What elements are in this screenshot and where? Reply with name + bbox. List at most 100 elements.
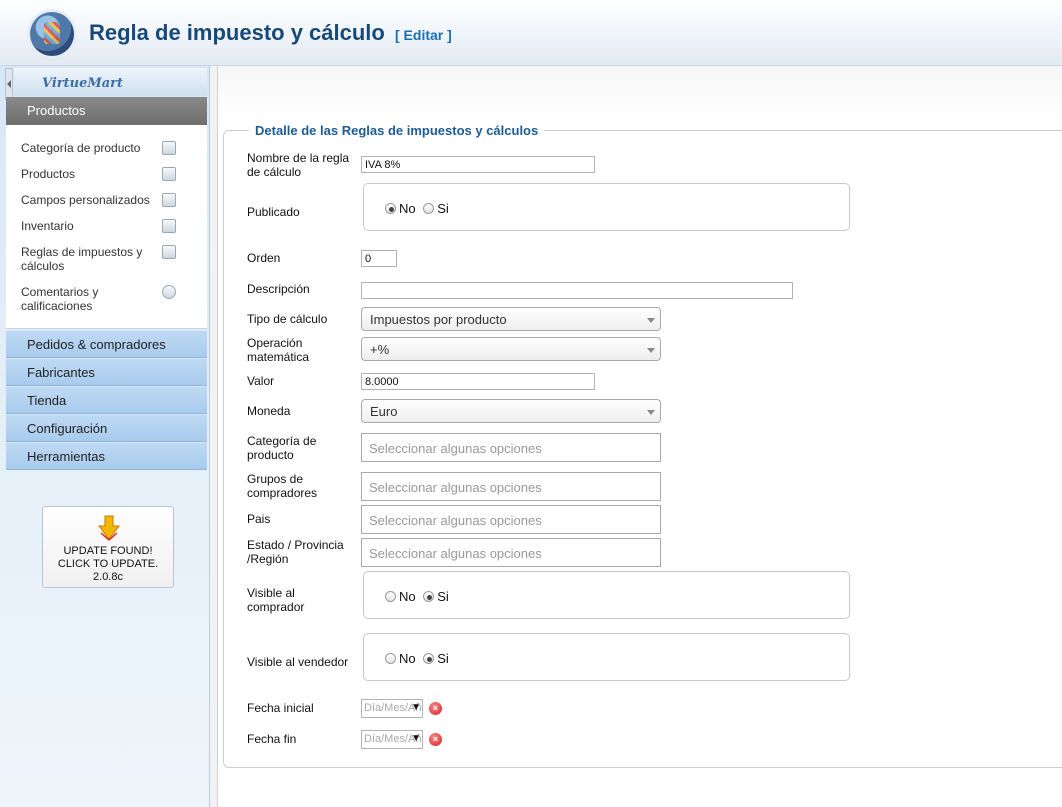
country-placeholder: Seleccionar algunas opciones <box>369 513 542 528</box>
chart-icon <box>162 219 176 233</box>
calc-type-label: Tipo de cálculo <box>247 312 328 326</box>
chevron-down-icon <box>647 410 655 415</box>
radio-no-label: No <box>399 651 416 666</box>
order-label: Orden <box>247 251 281 265</box>
visible-vendor-si-radio[interactable] <box>423 653 435 664</box>
currency-label: Moneda <box>247 404 291 418</box>
page-header: Regla de impuesto y cálculo [ Editar ] <box>0 0 1062 66</box>
country-label: Pais <box>247 512 271 526</box>
published-no-radio[interactable] <box>385 203 396 214</box>
tax-rule-logo-icon <box>30 12 74 56</box>
groups-multiselect[interactable]: Seleccionar algunas opciones <box>361 472 661 501</box>
sidebar-collapse-toggle[interactable] <box>5 68 13 100</box>
dropdown-arrow-icon: ▼ <box>411 733 421 744</box>
download-arrow-icon <box>98 515 120 541</box>
start-date-input[interactable]: Día/Mes/Año ▼ <box>361 699 423 718</box>
sidebar-section-label: Productos <box>27 103 86 118</box>
sidebar-section-label: Tienda <box>27 393 67 408</box>
currency-value: Euro <box>370 404 398 419</box>
currency-select[interactable]: Euro <box>361 399 661 423</box>
update-line-1: UPDATE FOUND! <box>63 545 153 557</box>
sidebar-section-herramientas[interactable]: Herramientas <box>6 442 207 470</box>
math-op-value: +% <box>370 342 390 357</box>
folder-icon <box>162 141 176 155</box>
clear-end-date-icon[interactable]: × <box>429 733 442 746</box>
sidebar-item-label: Comentarios y calificaciones <box>21 285 99 313</box>
chevron-down-icon <box>647 318 655 323</box>
end-date-input[interactable]: Día/Mes/Año ▼ <box>361 730 423 749</box>
groups-placeholder: Seleccionar algunas opciones <box>369 480 542 495</box>
sidebar-item-label: Reglas de impuestos y cálculos <box>21 245 143 273</box>
order-input[interactable] <box>361 250 397 267</box>
calculator-icon <box>162 245 176 259</box>
category-label: Categoría de producto <box>247 434 317 462</box>
sidebar-item-comentarios[interactable]: Comentarios y calificaciones <box>21 285 131 313</box>
math-op-select[interactable]: +% <box>361 337 661 361</box>
sidebar-section-fabricantes[interactable]: Fabricantes <box>6 358 207 386</box>
fieldset-legend: Detalle de las Reglas de impuestos y cál… <box>249 123 545 138</box>
radio-si-label: Si <box>437 589 449 604</box>
toolbar-area <box>218 66 1062 118</box>
start-date-label: Fecha inicial <box>247 701 314 715</box>
visible-buyer-label: Visible al comprador <box>247 586 305 614</box>
chevron-down-icon <box>647 348 655 353</box>
speech-bubble-icon <box>162 285 176 299</box>
radio-si-label: Si <box>437 651 449 666</box>
camera-icon <box>162 167 176 181</box>
value-label: Valor <box>247 374 275 388</box>
page-title-text: Regla de impuesto y cálculo <box>89 20 385 45</box>
name-input[interactable] <box>361 156 595 173</box>
sidebar-item-reglas[interactable]: Reglas de impuestos y cálculos <box>21 245 151 273</box>
category-placeholder: Seleccionar algunas opciones <box>369 441 542 456</box>
sidebar-section-tienda[interactable]: Tienda <box>6 386 207 414</box>
brand-logo-text: VirtueMart <box>42 76 124 91</box>
sidebar-section-productos[interactable]: Productos <box>6 97 207 125</box>
update-notice-button[interactable]: UPDATE FOUND! CLICK TO UPDATE. 2.0.8c <box>42 506 174 588</box>
virtuemart-logo[interactable]: VirtueMart <box>14 68 207 96</box>
category-multiselect[interactable]: Seleccionar algunas opciones <box>361 433 661 462</box>
sidebar-section-label: Configuración <box>27 421 108 436</box>
visible-vendor-no-radio[interactable] <box>385 653 396 664</box>
sidebar-item-label: Inventario <box>21 219 74 233</box>
sidebar-item-label: Categoría de producto <box>21 141 141 155</box>
groups-label: Grupos de compradores <box>247 472 318 500</box>
published-label: Publicado <box>247 205 300 219</box>
published-options: No Si <box>385 201 453 216</box>
update-text: UPDATE FOUND! CLICK TO UPDATE. 2.0.8c <box>43 545 173 584</box>
radio-no-label: No <box>399 201 416 216</box>
radio-no-label: No <box>399 589 416 604</box>
state-multiselect[interactable]: Seleccionar algunas opciones <box>361 538 661 567</box>
clear-start-date-icon[interactable]: × <box>429 702 442 715</box>
sidebar-section-label: Herramientas <box>27 449 106 464</box>
sidebar-item-label: Campos personalizados <box>21 193 150 207</box>
page-title: Regla de impuesto y cálculo [ Editar ] <box>89 20 452 46</box>
visible-buyer-options: No Si <box>385 589 453 604</box>
visible-buyer-no-radio[interactable] <box>385 591 396 602</box>
update-line-2: CLICK TO UPDATE. <box>57 558 159 570</box>
document-icon <box>162 193 176 207</box>
sidebar-submenu: Categoría de producto Productos Campos p… <box>6 125 207 329</box>
description-input[interactable] <box>361 282 793 299</box>
calc-type-select[interactable]: Impuestos por producto <box>361 307 661 331</box>
radio-si-label: Si <box>437 201 449 216</box>
visible-vendor-options: No Si <box>385 651 453 666</box>
published-si-radio[interactable] <box>423 203 435 214</box>
name-label: Nombre de la regla de cálculo <box>247 151 350 179</box>
sidebar-section-label: Pedidos & compradores <box>27 337 166 352</box>
edit-mode-label: [ Editar ] <box>395 27 452 43</box>
sidebar-section-label: Fabricantes <box>27 365 95 380</box>
sidebar-section-configuracion[interactable]: Configuración <box>6 414 207 442</box>
visible-buyer-si-radio[interactable] <box>423 591 435 602</box>
state-placeholder: Seleccionar algunas opciones <box>369 546 542 561</box>
dropdown-arrow-icon: ▼ <box>411 702 421 713</box>
update-version: 2.0.8c <box>93 571 123 583</box>
country-multiselect[interactable]: Seleccionar algunas opciones <box>361 505 661 534</box>
description-label: Descripción <box>247 282 310 296</box>
calc-type-value: Impuestos por producto <box>370 312 507 327</box>
value-input[interactable] <box>361 373 595 390</box>
state-label: Estado / Provincia /Región <box>247 538 344 566</box>
visible-vendor-label: Visible al vendedor <box>247 655 349 669</box>
math-op-label: Operación matemática <box>247 336 310 364</box>
sidebar-section-pedidos[interactable]: Pedidos & compradores <box>6 330 207 358</box>
sidebar-item-label: Productos <box>21 167 76 181</box>
